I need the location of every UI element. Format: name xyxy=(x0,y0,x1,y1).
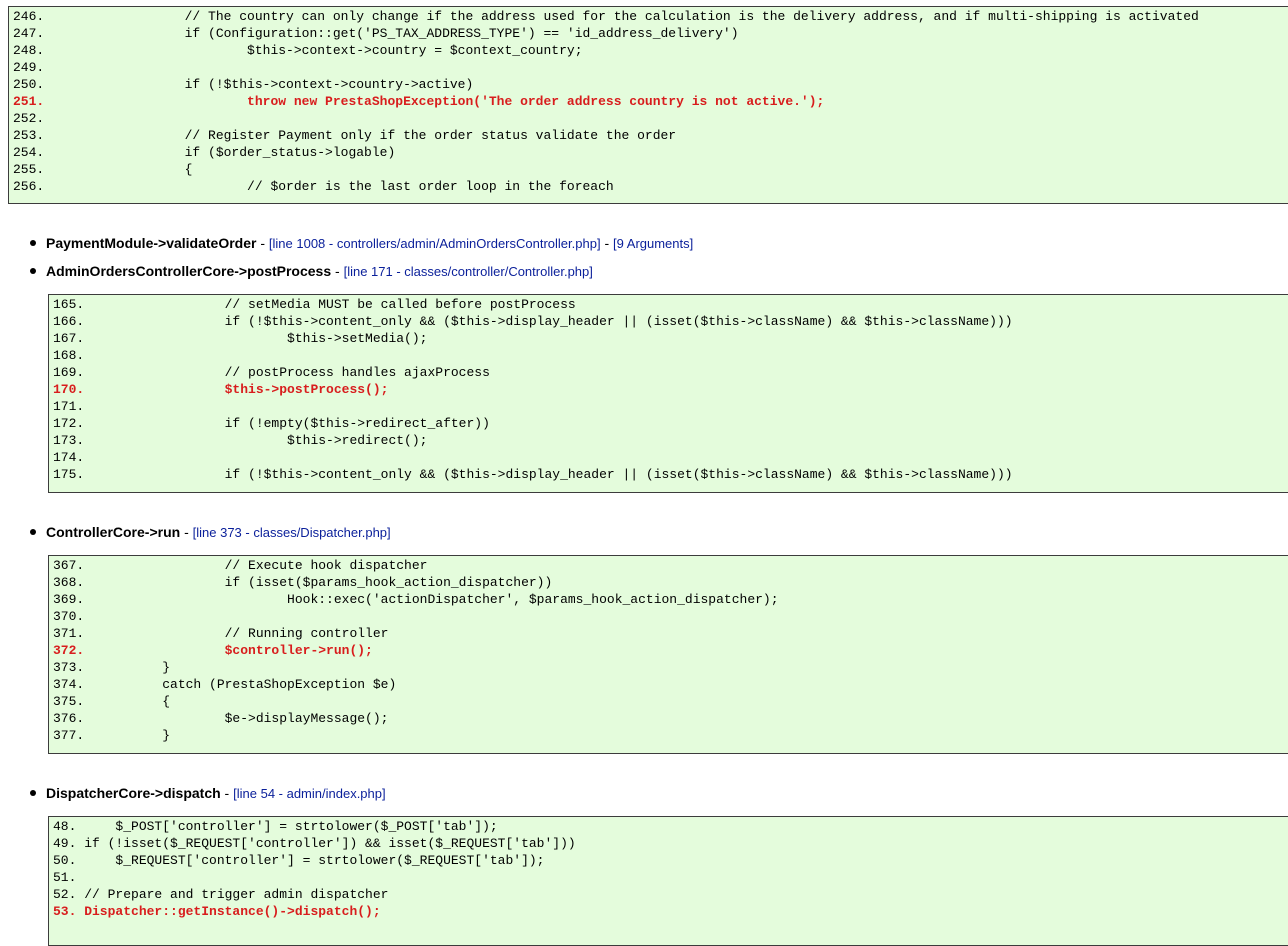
trace-location-link[interactable]: [line 54 - admin/index.php] xyxy=(233,786,385,801)
code-line: 253. // Register Payment only if the ord… xyxy=(13,128,677,143)
code-line: 367. // Execute hook dispatcher xyxy=(53,558,428,573)
bullet-icon xyxy=(30,790,36,797)
trace-item-run: ControllerCore->run - [line 373 - classe… xyxy=(30,524,391,540)
code-line: 369. Hook::exec('actionDispatcher', $par… xyxy=(53,592,779,607)
bullet-icon xyxy=(30,268,36,275)
code-line: 375. { xyxy=(53,694,171,709)
code-line: 256. // $order is the last order loop in… xyxy=(13,179,614,194)
code-line: 377. } xyxy=(53,728,171,743)
code-line-error: 251. throw new PrestaShopException('The … xyxy=(13,94,825,109)
code-block-3: 367. // Execute hook dispatcher 368. if (… xyxy=(48,555,1288,754)
trace-location-link[interactable]: [line 1008 - controllers/admin/AdminOrde… xyxy=(269,236,601,251)
code-line: 373. } xyxy=(53,660,171,675)
code-line: 51. xyxy=(53,870,77,885)
code-line: 167. $this->setMedia(); xyxy=(53,331,428,346)
trace-function: PaymentModule->validateOrder xyxy=(46,235,257,251)
code-line-error: 53. Dispatcher::getInstance()->dispatch(… xyxy=(53,904,381,919)
code-line: 166. if (!$this->content_only && ($this-… xyxy=(53,314,1013,329)
code-line: 249. xyxy=(13,60,45,75)
trace-item-dispatch: DispatcherCore->dispatch - [line 54 - ad… xyxy=(30,785,386,801)
code-line: 165. // setMedia MUST be called before p… xyxy=(53,297,576,312)
code-block-2: 165. // setMedia MUST be called before p… xyxy=(48,294,1288,493)
code-line: 246. // The country can only change if t… xyxy=(13,9,1199,24)
code-line: 374. catch (PrestaShopException $e) xyxy=(53,677,397,692)
trace-arguments-link[interactable]: [9 Arguments] xyxy=(613,236,693,251)
bullet-icon xyxy=(30,240,36,247)
code-line: 247. if (Configuration::get('PS_TAX_ADDR… xyxy=(13,26,739,41)
code-line: 49. if (!isset($_REQUEST['controller']) … xyxy=(53,836,576,851)
code-line: 173. $this->redirect(); xyxy=(53,433,428,448)
code-block-4: 48. $_POST['controller'] = strtolower($_… xyxy=(48,816,1288,946)
code-line: 255. { xyxy=(13,162,193,177)
trace-location-link[interactable]: [line 373 - classes/Dispatcher.php] xyxy=(193,525,391,540)
trace-location-link[interactable]: [line 171 - classes/controller/Controlle… xyxy=(344,264,593,279)
code-line: 172. if (!empty($this->redirect_after)) xyxy=(53,416,490,431)
code-line: 250. if (!$this->context->country->activ… xyxy=(13,77,474,92)
code-line: 168. xyxy=(53,348,85,363)
code-block-1: 246. // The country can only change if t… xyxy=(8,6,1288,204)
trace-function: ControllerCore->run xyxy=(46,524,181,540)
code-line-error: 170. $this->postProcess(); xyxy=(53,382,389,397)
code-line: 368. if (isset($params_hook_action_dispa… xyxy=(53,575,553,590)
code-line: 171. xyxy=(53,399,85,414)
bullet-icon xyxy=(30,529,36,536)
code-line: 371. // Running controller xyxy=(53,626,389,641)
trace-item-validate-order: PaymentModule->validateOrder - [line 100… xyxy=(30,235,693,251)
code-line: 370. xyxy=(53,609,85,624)
code-line: 169. // postProcess handles ajaxProcess xyxy=(53,365,490,380)
code-line: 48. $_POST['controller'] = strtolower($_… xyxy=(53,819,498,834)
code-line: 376. $e->displayMessage(); xyxy=(53,711,389,726)
trace-function: DispatcherCore->dispatch xyxy=(46,785,221,801)
code-line: 52. // Prepare and trigger admin dispatc… xyxy=(53,887,389,902)
code-line: 50. $_REQUEST['controller'] = strtolower… xyxy=(53,853,545,868)
trace-function: AdminOrdersControllerCore->postProcess xyxy=(46,263,332,279)
code-line-error: 372. $controller->run(); xyxy=(53,643,373,658)
code-line: 175. if (!$this->content_only && ($this-… xyxy=(53,467,1013,482)
code-line: 252. xyxy=(13,111,45,126)
code-line: 248. $this->context->country = $context_… xyxy=(13,43,583,58)
code-line: 254. if ($order_status->logable) xyxy=(13,145,396,160)
code-line: 174. xyxy=(53,450,85,465)
trace-item-post-process: AdminOrdersControllerCore->postProcess -… xyxy=(30,263,593,279)
